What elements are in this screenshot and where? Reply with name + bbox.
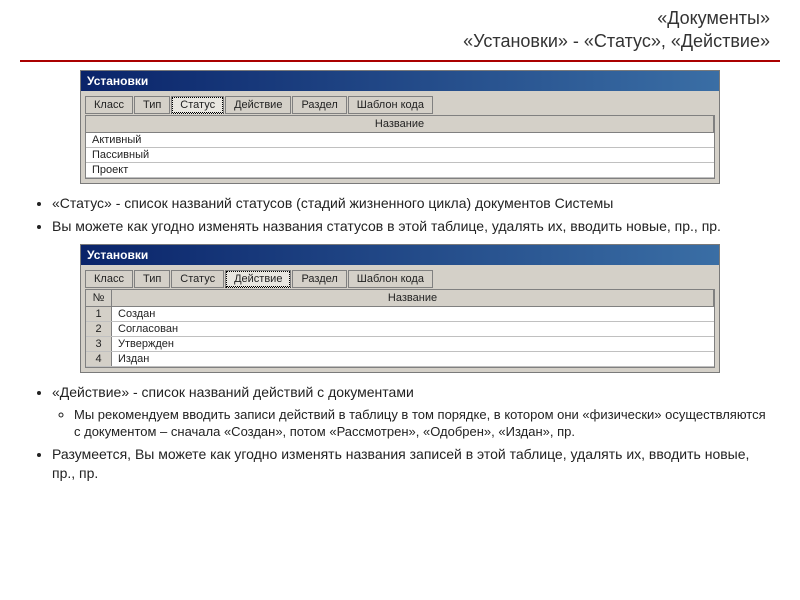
tab-type[interactable]: Тип [134,96,170,114]
bullet: «Статус» - список названий статусов (ста… [52,194,770,213]
bullet: Вы можете как угодно изменять названия с… [52,217,770,236]
cell-value: Активный [86,133,714,147]
table-row[interactable]: Проект [86,163,714,178]
tab-code-template[interactable]: Шаблон кода [348,270,433,288]
tab-code-template[interactable]: Шаблон кода [348,96,433,114]
settings-window-action: Установки Класс Тип Статус Действие Разд… [80,244,720,373]
header-line2: «Установки» - «Статус», «Действие» [30,31,770,52]
cell-value: Проект [86,163,714,177]
cell-value: Создан [112,307,714,321]
table-row[interactable]: 3 Утвержден [86,337,714,352]
window-title: Установки [81,245,719,265]
tab-action[interactable]: Действие [225,96,291,114]
cell-value: Издан [112,352,714,366]
cell-value: Согласован [112,322,714,336]
description-block-1: «Статус» - список названий статусов (ста… [30,194,770,236]
grid-header-row: № Название [86,290,714,307]
tab-section[interactable]: Раздел [292,270,346,288]
col-name[interactable]: Название [112,290,714,306]
tab-bar: Класс Тип Статус Действие Раздел Шаблон … [81,91,719,113]
bullet-text: «Действие» - список названий действий с … [52,384,414,400]
header-line1: «Документы» [30,8,770,29]
cell-value: Утвержден [112,337,714,351]
col-index[interactable]: № [86,290,112,306]
action-grid: № Название 1 Создан 2 Согласован 3 Утвер… [85,289,715,368]
table-row[interactable]: 4 Издан [86,352,714,367]
tab-class[interactable]: Класс [85,270,133,288]
divider [20,60,780,62]
description-block-2: «Действие» - список названий действий с … [30,383,770,483]
tab-type[interactable]: Тип [134,270,170,288]
tab-status[interactable]: Статус [171,270,224,288]
bullet: Разумеется, Вы можете как угодно изменят… [52,445,770,483]
tab-bar: Класс Тип Статус Действие Раздел Шаблон … [81,265,719,287]
table-row[interactable]: 1 Создан [86,307,714,322]
row-index: 3 [86,337,112,351]
status-grid: Название Активный Пассивный Проект [85,115,715,179]
tab-section[interactable]: Раздел [292,96,346,114]
tab-status[interactable]: Статус [171,96,224,114]
tab-action[interactable]: Действие [225,270,291,288]
col-name[interactable]: Название [86,116,714,132]
settings-window-status: Установки Класс Тип Статус Действие Разд… [80,70,720,184]
sub-bullet: Мы рекомендуем вводить записи действий в… [74,406,770,441]
table-row[interactable]: Пассивный [86,148,714,163]
tab-class[interactable]: Класс [85,96,133,114]
row-index: 2 [86,322,112,336]
table-row[interactable]: Активный [86,133,714,148]
row-index: 1 [86,307,112,321]
window-title: Установки [81,71,719,91]
bullet: «Действие» - список названий действий с … [52,383,770,441]
row-index: 4 [86,352,112,366]
slide-header: «Документы» «Установки» - «Статус», «Дей… [0,0,800,56]
cell-value: Пассивный [86,148,714,162]
table-row[interactable]: 2 Согласован [86,322,714,337]
grid-header-row: Название [86,116,714,133]
